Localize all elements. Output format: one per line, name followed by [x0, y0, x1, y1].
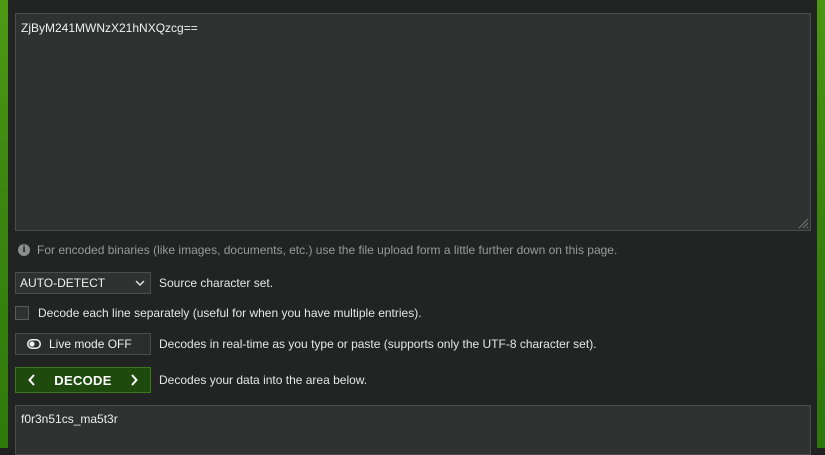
live-mode-description: Decodes in real-time as you type or past…	[159, 337, 597, 351]
each-line-label[interactable]: Decode each line separately (useful for …	[38, 306, 422, 320]
source-input-value: ZjByM241MWNzX21hNXQzcg==	[21, 21, 198, 35]
page-background-right	[817, 0, 825, 448]
chevron-left-icon	[28, 374, 35, 386]
page-background-left	[0, 0, 8, 448]
live-mode-button[interactable]: Live mode OFF	[15, 333, 151, 355]
info-icon: i	[18, 244, 30, 256]
decode-description: Decodes your data into the area below.	[159, 373, 368, 387]
charset-select[interactable]: AUTO-DETECT	[15, 272, 151, 294]
chevron-down-icon	[135, 280, 145, 286]
source-input[interactable]: ZjByM241MWNzX21hNXQzcg==	[15, 13, 811, 231]
toggle-icon	[27, 339, 41, 349]
hint-text: For encoded binaries (like images, docum…	[37, 243, 618, 257]
each-line-row: Decode each line separately (useful for …	[15, 305, 422, 321]
decode-row: DECODE Decodes your data into the area b…	[15, 367, 367, 393]
charset-label: Source character set.	[159, 276, 274, 290]
live-mode-row: Live mode OFF Decodes in real-time as yo…	[15, 333, 597, 355]
charset-selected-value: AUTO-DETECT	[20, 276, 106, 290]
decode-label: DECODE	[54, 372, 112, 388]
charset-row: AUTO-DETECT Source character set.	[15, 272, 273, 294]
resize-grip-icon[interactable]	[797, 217, 809, 229]
chevron-right-icon	[131, 374, 138, 386]
each-line-checkbox[interactable]	[15, 306, 29, 320]
decode-button[interactable]: DECODE	[15, 367, 151, 393]
live-mode-label: Live mode OFF	[49, 337, 132, 351]
decoded-output-value: f0r3n51cs_ma5t3r	[21, 412, 118, 426]
binary-upload-hint: i For encoded binaries (like images, doc…	[18, 242, 617, 258]
